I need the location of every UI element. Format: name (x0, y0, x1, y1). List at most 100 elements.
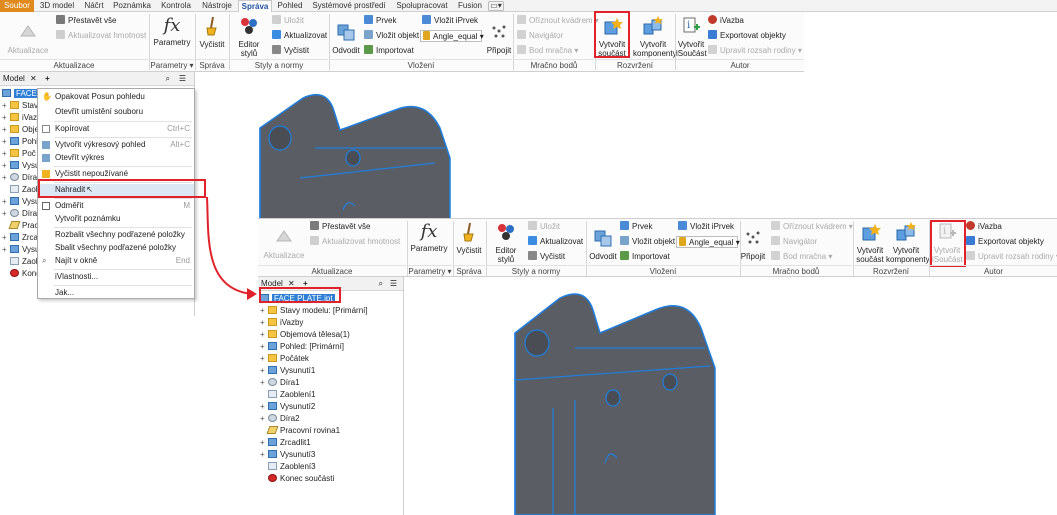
close-icon[interactable]: ✕ (30, 74, 37, 83)
aktualizovat-button[interactable]: Aktualizovat (528, 236, 583, 248)
tab-pohled[interactable]: Pohled (274, 0, 306, 12)
vytvorit-isoucast-button[interactable]: i Vytvořit iSoučást (676, 16, 707, 58)
tab-systemove-prostredi[interactable]: Systémové prostředí (308, 0, 390, 12)
aktualizace-button[interactable]: Aktualizace (6, 22, 50, 55)
exportovat-objekty-button[interactable]: Exportovat objekty (966, 236, 1044, 248)
tree-item[interactable]: + Pohl (2, 136, 38, 148)
aktualizace-button[interactable]: Aktualizace (262, 227, 306, 260)
part-model-top[interactable] (255, 88, 475, 220)
tab-nastroje[interactable]: Nástroje (198, 0, 236, 12)
menu-item-jak[interactable]: Jak... (38, 287, 194, 299)
tab-nacrt[interactable]: Náčrt (80, 0, 108, 12)
tree-item[interactable]: + Poč (2, 148, 36, 160)
tree-item[interactable]: Pracovní rovina1 (260, 425, 340, 437)
tree-item[interactable]: + Díra (2, 172, 37, 184)
aktualizovat-hmotnost-button[interactable]: Aktualizovat hmotnost (56, 30, 146, 42)
menu-item-ivlastnosti[interactable]: iVlastnosti... (38, 271, 194, 283)
tab-3d-model[interactable]: 3D model (36, 0, 78, 12)
editor-stylu-button[interactable]: Editor stylů (487, 222, 525, 264)
menu-icon[interactable]: ☰ (390, 277, 397, 291)
parametry-button[interactable]: fx Parametry (152, 16, 192, 48)
vytvorit-komponenty-button[interactable]: Vytvořit komponenty (886, 222, 930, 264)
search-icon[interactable]: ⌕ (379, 277, 383, 291)
importovat-button[interactable]: Importovat (620, 251, 670, 263)
prestavet-vse-button[interactable]: Přestavět vše (310, 221, 370, 233)
ivazba-button[interactable]: iVazba (966, 221, 1002, 233)
tree-item[interactable]: + Stav (2, 100, 38, 112)
tree-item[interactable]: + Stavy modelu: [Primární] (260, 305, 368, 317)
tab-more-button[interactable]: ▭▾ (488, 1, 504, 11)
menu-item-najit-v-okne[interactable]: ⌕ Najít v okně End (38, 255, 194, 267)
tree-item[interactable]: + iVazby (260, 317, 303, 329)
vlozit-objekt-button[interactable]: Vložit objekt (364, 30, 419, 42)
menu-item-kopirovat[interactable]: Kopírovat Ctrl+C (38, 123, 194, 135)
menu-icon[interactable]: ☰ (179, 72, 186, 86)
vlozit-iprvek-button[interactable]: Vložit iPrvek (678, 221, 734, 233)
pripojit-button[interactable]: Připojit (484, 22, 514, 55)
oriznout-kvadrem-button[interactable]: Oříznout kvádrem ▾ (517, 15, 599, 27)
vlozit-objekt-button[interactable]: Vložit objekt (620, 236, 675, 248)
tree-item[interactable]: + Zrca (2, 232, 38, 244)
menu-item-sbalit[interactable]: Sbalit všechny podřazené položky (38, 242, 194, 254)
tab-fusion[interactable]: Fusion (454, 0, 486, 12)
tab-sprava[interactable]: Správa (238, 0, 272, 12)
tree-item[interactable]: Zaob (2, 256, 40, 268)
menu-item-opakovat-posun[interactable]: ✋ Opakovat Posun pohledu (38, 91, 194, 103)
tab-kontrola[interactable]: Kontrola (156, 0, 196, 12)
part-model-bottom[interactable] (505, 288, 735, 515)
tree-item[interactable]: Zaoblení3 (260, 461, 316, 473)
tree-item[interactable]: + iVazb (2, 112, 41, 124)
odvodit-button[interactable]: Odvodit (587, 228, 619, 261)
angle-dropdown[interactable]: Angle_equal ▾ (676, 236, 740, 248)
tree-item[interactable]: + Vysunutí2 (260, 401, 315, 413)
importovat-button[interactable]: Importovat (364, 45, 414, 57)
ivazba-button[interactable]: iVazba (708, 15, 744, 27)
prestavet-vse-button[interactable]: Přestavět vše (56, 15, 116, 27)
angle-dropdown[interactable]: Angle_equal ▾ (420, 30, 484, 42)
pripojit-button[interactable]: Připojit (738, 228, 768, 261)
tree-item[interactable]: + Vysunutí3 (260, 449, 315, 461)
vytvorit-soucast-button[interactable]: Vytvořit součást (854, 222, 886, 264)
tree-item[interactable]: + Vysu (2, 196, 40, 208)
menu-item-vytvorit-vykresovy-pohled[interactable]: Vytvořit výkresový pohled Alt+C (38, 139, 194, 151)
tree-item[interactable]: + Pohled: [Primární] (260, 341, 344, 353)
vytvorit-komponenty-button[interactable]: Vytvořit komponenty (633, 16, 677, 58)
menu-item-rozbalit[interactable]: Rozbalit všechny podřazené položky (38, 229, 194, 241)
menu-item-odmerit[interactable]: Odměřit M (38, 200, 194, 212)
prvek-button[interactable]: Prvek (364, 15, 396, 27)
tree-item[interactable]: + Vysunutí1 (260, 365, 315, 377)
menu-item-otevrit-umisteni[interactable]: Otevřít umístění souboru (38, 106, 194, 118)
vycistit-styly-button[interactable]: Vyčistit (528, 251, 565, 263)
tree-item[interactable]: Zaoblení1 (260, 389, 316, 401)
ulozit-button[interactable]: Uložit (272, 15, 304, 27)
tree-item[interactable]: + Díra1 (260, 377, 300, 389)
navigator-button[interactable]: Navigátor (517, 30, 563, 42)
menu-item-vytvorit-poznamku[interactable]: Vytvořit poznámku (38, 213, 194, 225)
vycistit-button[interactable]: Vyčistit (454, 222, 484, 255)
vycistit-styly-button[interactable]: Vyčistit (272, 45, 309, 57)
odvodit-button[interactable]: Odvodit (330, 22, 362, 55)
tab-soubor[interactable]: Soubor (0, 0, 34, 12)
tree-item[interactable]: + Díra (2, 208, 37, 220)
bod-mracna-button[interactable]: Bod mračna ▾ (771, 251, 832, 263)
upravit-rozsah-rodiny-button[interactable]: Upravit rozsah rodiny ▾ (966, 251, 1057, 263)
tree-item[interactable]: Zaob (2, 184, 40, 196)
tree-item[interactable]: + Vysu (2, 244, 40, 256)
menu-item-otevrit-vykres[interactable]: Otevřít výkres (38, 152, 194, 164)
tree-item[interactable]: + Obje (2, 124, 39, 136)
search-icon[interactable]: ⌕ (166, 72, 170, 86)
ulozit-button[interactable]: Uložit (528, 221, 560, 233)
prvek-button[interactable]: Prvek (620, 221, 652, 233)
oriznout-kvadrem-button[interactable]: Oříznout kvádrem ▾ (771, 221, 853, 233)
aktualizovat-button[interactable]: Aktualizovat (272, 30, 327, 42)
aktualizovat-hmotnost-button[interactable]: Aktualizovat hmotnost (310, 236, 400, 248)
tree-item[interactable]: Konec součásti (260, 473, 334, 485)
vycistit-button[interactable]: Vyčistit (197, 16, 227, 49)
tab-poznamka[interactable]: Poznámka (110, 0, 154, 12)
tree-item[interactable]: + Díra2 (260, 413, 300, 425)
tab-model[interactable]: Model (3, 74, 25, 83)
vlozit-iprvek-button[interactable]: Vložit iPrvek (422, 15, 478, 27)
tree-item[interactable]: + Objemová tělesa(1) (260, 329, 350, 341)
bod-mracna-button[interactable]: Bod mračna ▾ (517, 45, 578, 57)
navigator-button[interactable]: Navigátor (771, 236, 817, 248)
